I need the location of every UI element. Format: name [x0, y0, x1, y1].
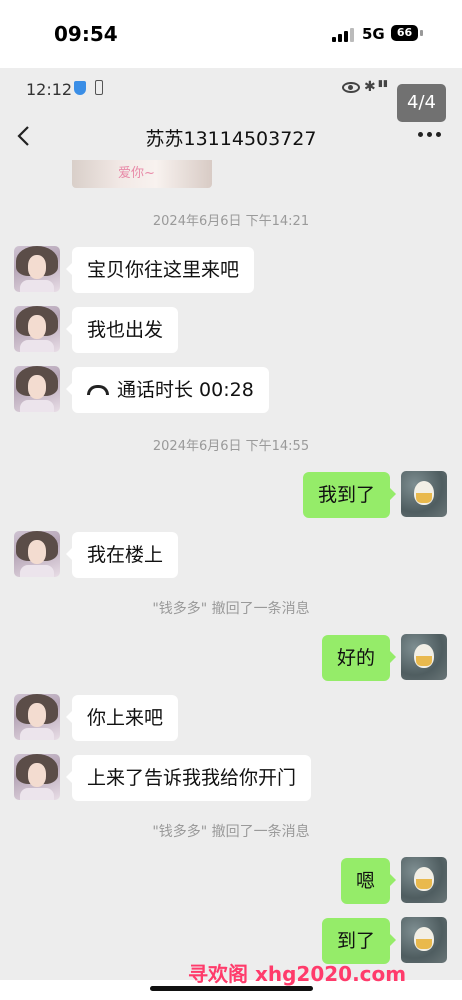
image-message[interactable]: 爱你~ [72, 160, 212, 188]
bluetooth-icon: ✱ [364, 79, 376, 95]
my-avatar[interactable] [401, 857, 447, 903]
cellular-signal-icon [332, 28, 354, 42]
received-message[interactable]: 我也出发 [65, 307, 179, 353]
battery-icon: 66 [391, 25, 418, 41]
chat-header: 苏苏13114503727 [0, 110, 462, 162]
recall-notice: "钱多多" 撤回了一条消息 [152, 601, 310, 617]
home-indicator[interactable] [150, 986, 313, 991]
contact-avatar[interactable] [14, 246, 60, 292]
signal-icon: ▮▮ [378, 79, 388, 89]
phone-icon [95, 80, 103, 95]
call-duration: 通话时长 00:28 [117, 379, 254, 401]
phone-status-time: 09:54 [54, 22, 118, 46]
contact-avatar[interactable] [14, 306, 60, 352]
received-message[interactable]: 宝贝你往这里来吧 [65, 247, 255, 293]
sent-message[interactable]: 嗯 [340, 858, 397, 904]
chat-title: 苏苏13114503727 [145, 128, 317, 150]
eye-icon [342, 82, 360, 93]
call-record-message[interactable]: 通话时长 00:28 [66, 367, 269, 413]
my-avatar[interactable] [401, 634, 447, 680]
app-status-bar: 12:12 ✱ ▮▮ [0, 68, 462, 110]
my-avatar[interactable] [401, 917, 447, 963]
image-caption: 爱你~ [118, 166, 155, 181]
site-watermark: 寻欢阁 xhg2020.com [188, 962, 407, 986]
received-message[interactable]: 你上来吧 [65, 695, 179, 741]
chat-screenshot: 12:12 ✱ ▮▮ 4/4 苏苏13114503727 爱你~ 2024年6月… [0, 68, 462, 980]
recall-notice: "钱多多" 撤回了一条消息 [152, 824, 310, 840]
contact-avatar[interactable] [14, 694, 60, 740]
sent-message[interactable]: 好的 [321, 635, 397, 681]
contact-avatar[interactable] [14, 754, 60, 800]
more-icon[interactable] [418, 130, 442, 138]
contact-avatar[interactable] [14, 531, 60, 577]
message-timestamp: 2024年6月6日 下午14:21 [152, 214, 310, 229]
received-message[interactable]: 我在楼上 [65, 532, 179, 578]
phone-status-bar: 09:54 5G 66 [0, 0, 462, 68]
shield-icon [74, 81, 86, 95]
network-type: 5G [362, 25, 385, 43]
contact-avatar[interactable] [14, 366, 60, 412]
phone-call-icon [87, 384, 109, 395]
sent-message[interactable]: 我到了 [302, 472, 397, 518]
my-avatar[interactable] [401, 471, 447, 517]
battery-tip [420, 30, 423, 36]
message-timestamp: 2024年6月6日 下午14:55 [152, 439, 310, 454]
app-status-time: 12:12 [26, 80, 73, 99]
received-message[interactable]: 上来了告诉我我给你开门 [65, 755, 312, 801]
